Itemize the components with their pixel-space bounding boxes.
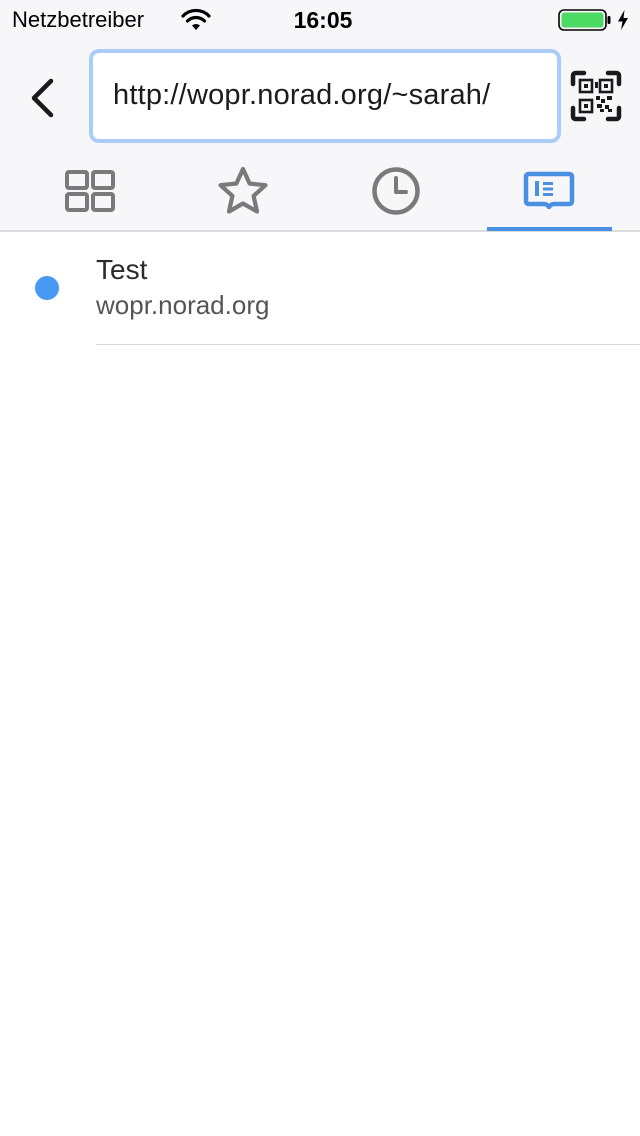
clock-icon	[372, 167, 420, 215]
selected-tab-indicator	[487, 227, 612, 231]
url-text[interactable]: http://wopr.norad.org/~sarah/	[113, 79, 531, 112]
list-item[interactable]: Test wopr.norad.org	[0, 232, 640, 345]
charging-icon	[618, 10, 628, 30]
chevron-left-icon	[31, 78, 54, 118]
clock: 16:05	[293, 7, 353, 33]
item-url: wopr.norad.org	[96, 290, 270, 320]
item-title: Test	[96, 254, 148, 285]
tab-top-sites[interactable]	[15, 152, 165, 230]
panel-tabs	[0, 152, 640, 232]
star-icon	[218, 166, 268, 214]
grid-icon	[65, 170, 115, 212]
tab-history[interactable]	[321, 152, 471, 230]
url-field[interactable]: http://wopr.norad.org/~sarah/	[89, 49, 561, 143]
qr-code-scan-icon[interactable]	[570, 70, 622, 122]
reading-list-icon	[523, 171, 575, 210]
unread-indicator	[35, 276, 59, 300]
browser-toolbar: http://wopr.norad.org/~sarah/	[0, 40, 640, 152]
battery-icon	[558, 9, 611, 31]
tab-bookmarks[interactable]	[168, 152, 318, 230]
status-bar: Netzbetreiber 16:05	[0, 0, 640, 40]
back-button[interactable]	[14, 68, 70, 128]
reading-list: Test wopr.norad.org	[0, 232, 640, 345]
tab-reading-list[interactable]	[474, 152, 624, 230]
divider	[96, 344, 640, 345]
